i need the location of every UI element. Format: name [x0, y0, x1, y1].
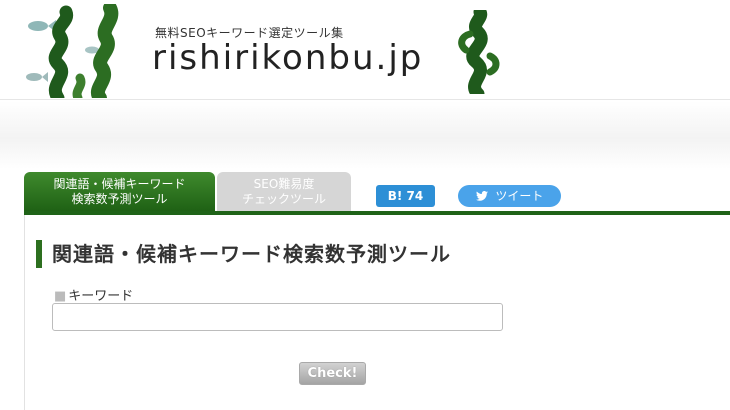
tab-label-line2: 検索数予測ツール: [71, 192, 168, 206]
tweet-label: ツイート: [495, 189, 544, 203]
tab-label-line1: SEO難易度: [253, 177, 315, 191]
keyword-label: ■ キーワード: [54, 285, 133, 304]
square-bullet-icon: ■: [54, 289, 67, 304]
seaweed-with-fish-icon[interactable]: [18, 4, 138, 98]
check-button[interactable]: Check!: [299, 362, 366, 385]
keyword-input[interactable]: [52, 303, 503, 331]
hatena-bookmark-button[interactable]: B! 74: [376, 185, 435, 207]
site-name[interactable]: rishirikonbu.jp: [152, 38, 423, 78]
tweet-button[interactable]: ツイート: [458, 185, 561, 207]
header-band: [0, 101, 730, 169]
tab-label-line2: チェックツール: [241, 192, 326, 206]
page-title: 関連語・候補キーワード検索数予測ツール: [36, 240, 451, 268]
tab-related-keyword-tool[interactable]: 関連語・候補キーワード 検索数予測ツール: [24, 172, 215, 212]
keyword-label-text: キーワード: [68, 289, 134, 304]
twitter-bird-icon: [475, 189, 492, 203]
site-header: 無料SEOキーワード選定ツール集 rishirikonbu.jp: [0, 0, 730, 100]
tab-label-line1: 関連語・候補キーワード: [53, 177, 186, 191]
seaweed-icon: [458, 10, 500, 94]
tab-seo-difficulty-tool[interactable]: SEO難易度 チェックツール: [217, 172, 351, 212]
